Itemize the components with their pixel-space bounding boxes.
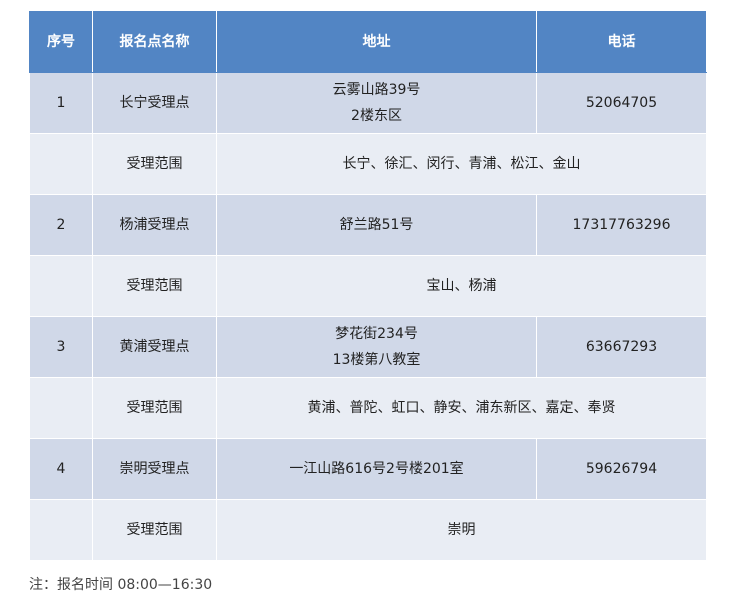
row-index: 3 — [29, 316, 93, 378]
header-name: 报名点名称 — [92, 11, 217, 73]
scope-label: 受理范围 — [92, 255, 217, 317]
row-index: 4 — [29, 438, 93, 500]
address-line: 2楼东区 — [351, 108, 402, 124]
row-index: 2 — [29, 194, 93, 256]
address-line: 梦花街234号 — [335, 326, 418, 342]
scope-value: 黄浦、普陀、虹口、静安、浦东新区、嘉定、奉贤 — [216, 377, 707, 439]
row-phone: 59626794 — [536, 438, 707, 500]
address-line: 13楼第八教室 — [332, 352, 421, 368]
header-address: 地址 — [216, 11, 537, 73]
header-index: 序号 — [29, 11, 93, 73]
page: 序号 报名点名称 地址 电话 1 长宁受理点 云雾山路39号 2楼东区 5206… — [0, 0, 737, 601]
row-address: 梦花街234号 13楼第八教室 — [216, 316, 537, 378]
registration-time-note: 注：报名时间 08:00—16:30 — [29, 577, 213, 593]
scope-label: 受理范围 — [92, 133, 217, 195]
row-address: 一江山路616号2号楼201室 — [216, 438, 537, 500]
scope-row: 受理范围 黄浦、普陀、虹口、静安、浦东新区、嘉定、奉贤 — [29, 377, 707, 439]
table-row: 1 长宁受理点 云雾山路39号 2楼东区 52064705 — [29, 72, 707, 134]
scope-label: 受理范围 — [92, 377, 217, 439]
table-row: 3 黄浦受理点 梦花街234号 13楼第八教室 63667293 — [29, 316, 707, 378]
scope-index-empty — [29, 133, 93, 195]
scope-index-empty — [29, 255, 93, 317]
row-name: 崇明受理点 — [92, 438, 217, 500]
scope-value: 宝山、杨浦 — [216, 255, 707, 317]
scope-row: 受理范围 长宁、徐汇、闵行、青浦、松江、金山 — [29, 133, 707, 195]
row-index: 1 — [29, 72, 93, 134]
row-address: 舒兰路51号 — [216, 194, 537, 256]
scope-row: 受理范围 宝山、杨浦 — [29, 255, 707, 317]
registration-points-table: 序号 报名点名称 地址 电话 1 长宁受理点 云雾山路39号 2楼东区 5206… — [29, 11, 707, 561]
scope-index-empty — [29, 499, 93, 561]
scope-value: 长宁、徐汇、闵行、青浦、松江、金山 — [216, 133, 707, 195]
row-phone: 17317763296 — [536, 194, 707, 256]
address-line: 一江山路616号2号楼201室 — [289, 461, 464, 477]
table-row: 4 崇明受理点 一江山路616号2号楼201室 59626794 — [29, 438, 707, 500]
scope-label: 受理范围 — [92, 499, 217, 561]
address-line: 云雾山路39号 — [332, 82, 421, 98]
row-name: 黄浦受理点 — [92, 316, 217, 378]
row-name: 长宁受理点 — [92, 72, 217, 134]
row-address: 云雾山路39号 2楼东区 — [216, 72, 537, 134]
table-row: 2 杨浦受理点 舒兰路51号 17317763296 — [29, 194, 707, 256]
scope-row: 受理范围 崇明 — [29, 499, 707, 561]
header-phone: 电话 — [536, 11, 707, 73]
row-phone: 52064705 — [536, 72, 707, 134]
row-name: 杨浦受理点 — [92, 194, 217, 256]
row-phone: 63667293 — [536, 316, 707, 378]
scope-index-empty — [29, 377, 93, 439]
address-line: 舒兰路51号 — [339, 217, 414, 233]
table-header-row: 序号 报名点名称 地址 电话 — [29, 11, 707, 73]
scope-value: 崇明 — [216, 499, 707, 561]
